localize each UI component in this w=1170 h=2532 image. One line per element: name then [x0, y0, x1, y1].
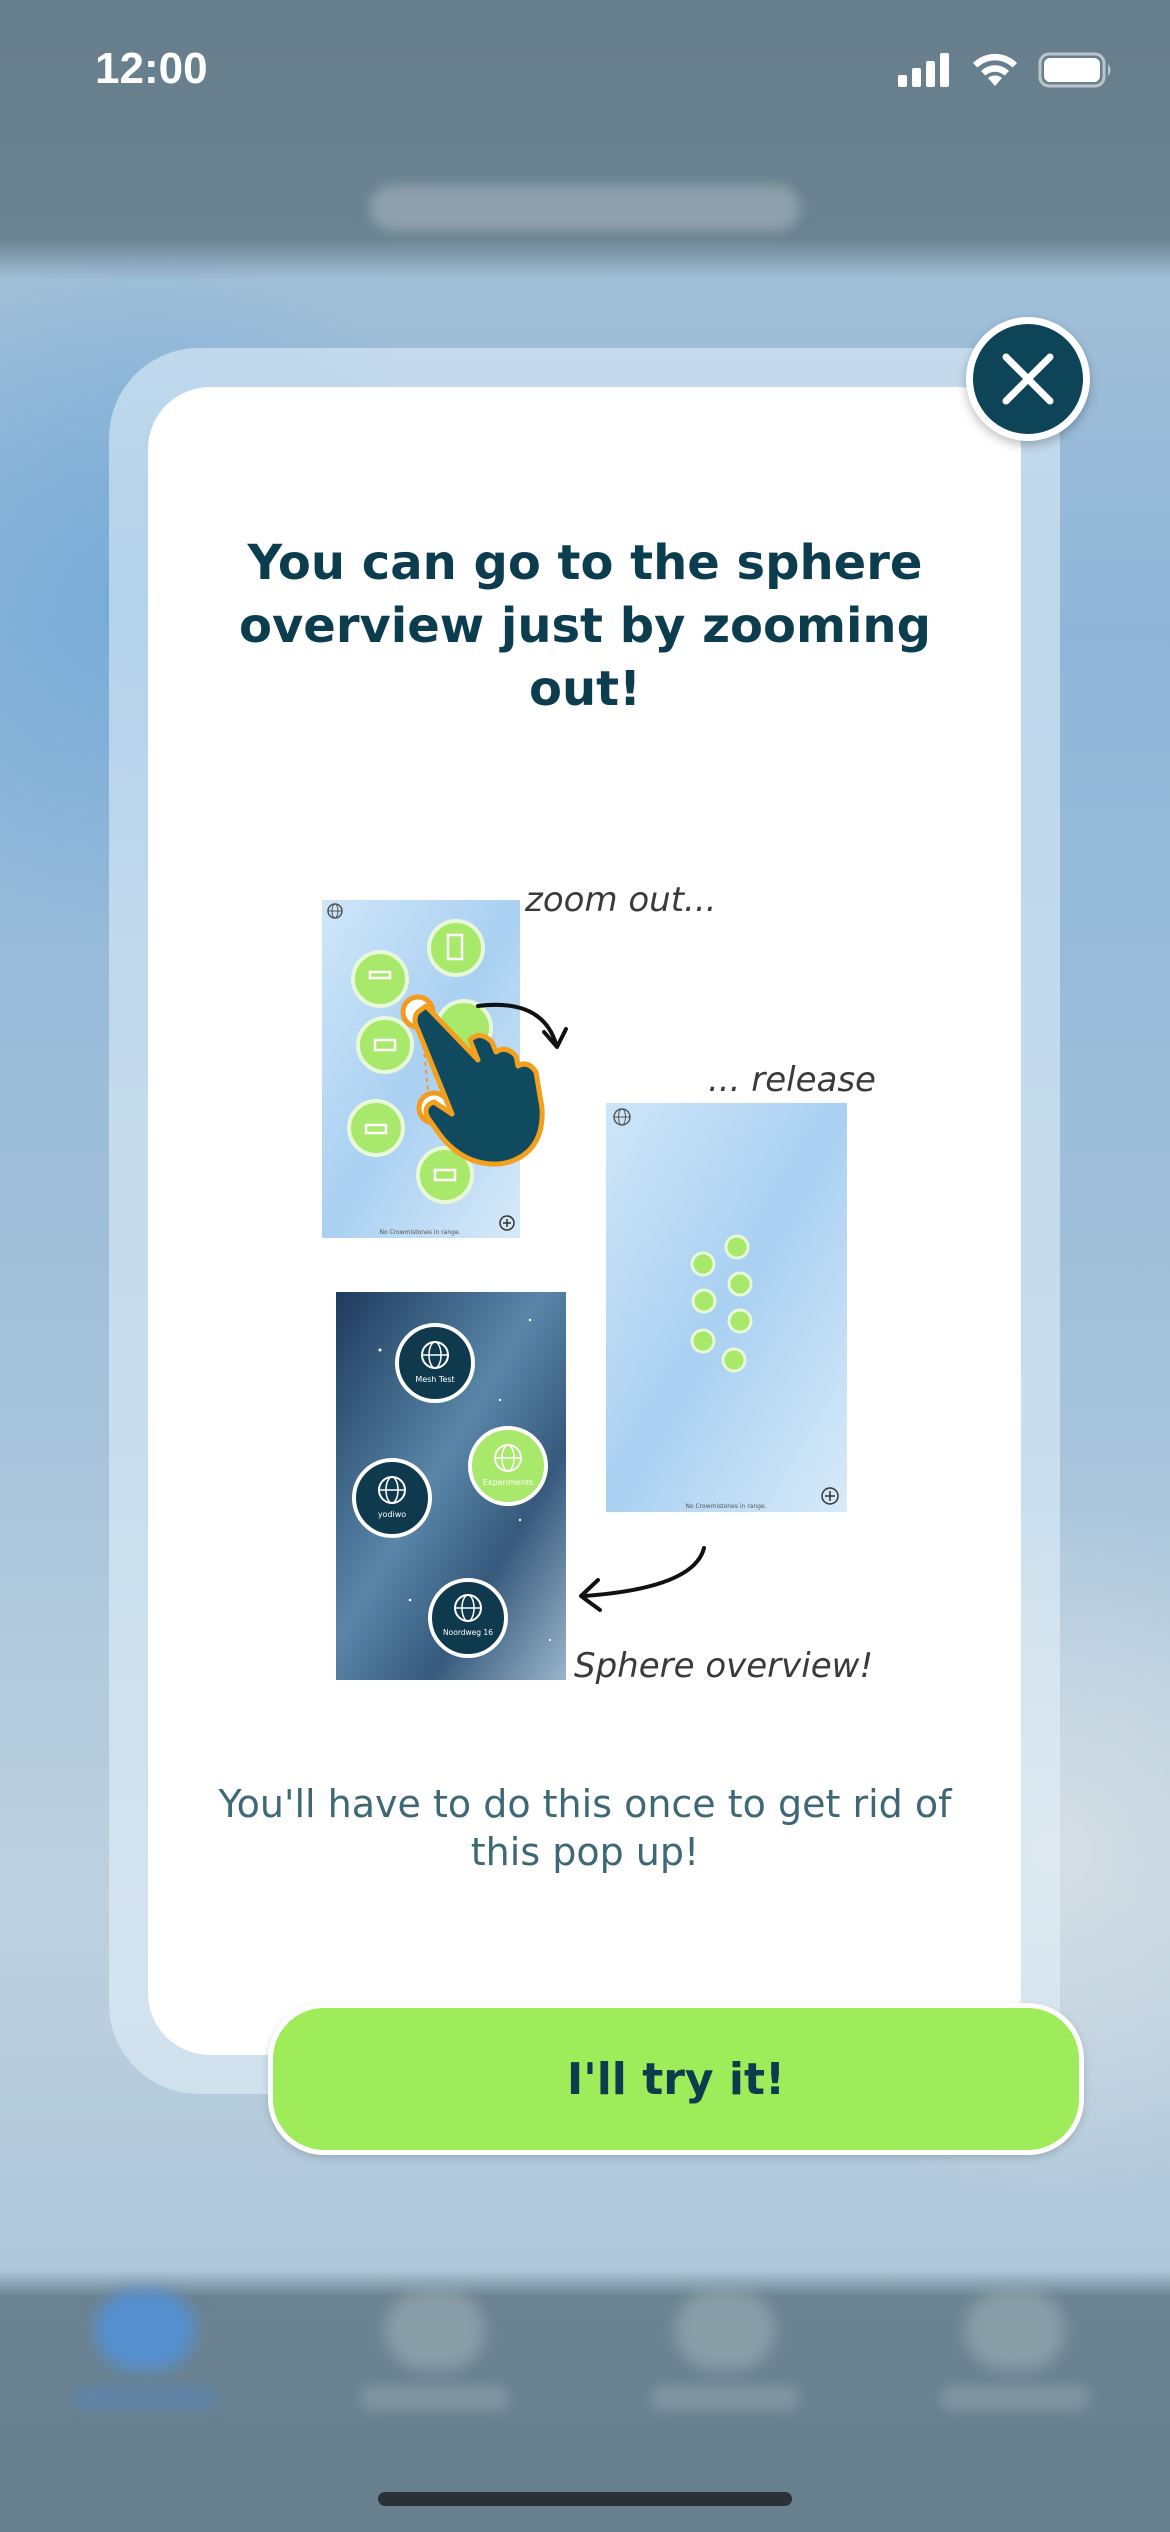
caption-zoom-out: zoom out...: [525, 880, 717, 920]
caption-sphere-overview: Sphere overview!: [574, 1646, 874, 1686]
arrow-icon: [582, 1546, 706, 1598]
zoomed-out-screen: No Crowmistones in range.: [606, 1103, 847, 1512]
modal-note: You'll have to do this once to get rid o…: [218, 1782, 952, 1874]
sphere-label: Experiments: [483, 1478, 533, 1487]
wifi-icon: [973, 53, 1017, 86]
caption-release: ... release: [708, 1060, 876, 1100]
sphere-bubble: Experiments: [468, 1426, 548, 1506]
item-bubble: [347, 1099, 405, 1157]
sphere-bubble: yodiwo: [352, 1458, 432, 1538]
item-bubble: [356, 1016, 414, 1074]
illustration-graphic: No Crowmistones in range. No Crowmistone…: [322, 900, 847, 1682]
status-time: 12:00: [95, 44, 208, 93]
home-indicator[interactable]: [378, 2492, 792, 2506]
modal-title: You can go to the sphere overview just b…: [239, 535, 931, 717]
sphere-label: Noordweg 16: [443, 1628, 493, 1637]
panel1-footer: No Crowmistones in range.: [379, 1229, 460, 1236]
zoom-tutorial-illustration: No Crowmistones in range. No Crowmistone…: [320, 880, 876, 1686]
item-bubble: [427, 919, 485, 977]
status-icons: [898, 52, 1114, 88]
cellular-signal-icon: [898, 53, 949, 87]
sphere-overview-screen: Mesh Test Experiments yodiwo Noordweg 16: [336, 1292, 566, 1682]
close-icon: [1002, 353, 1054, 405]
sphere-bubble: Noordweg 16: [428, 1578, 508, 1658]
sphere-label: Mesh Test: [415, 1375, 454, 1384]
sphere-label: yodiwo: [378, 1510, 406, 1519]
close-button[interactable]: [966, 317, 1090, 441]
try-it-button[interactable]: I'll try it!: [268, 2003, 1084, 2155]
panel2-footer: No Crowmistones in range.: [685, 1503, 766, 1510]
sphere-bubble: Mesh Test: [395, 1323, 475, 1403]
battery-icon: [1038, 52, 1111, 88]
